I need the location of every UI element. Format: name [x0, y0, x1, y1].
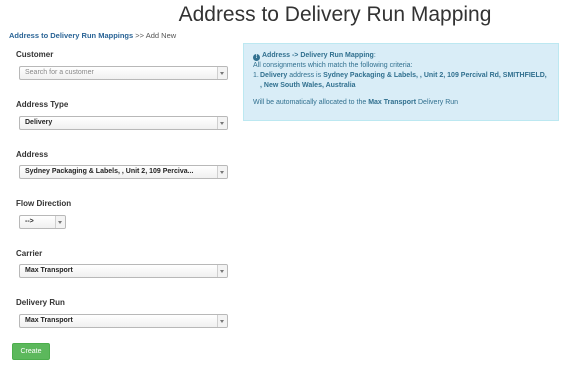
create-button[interactable]: Create — [12, 343, 50, 360]
chevron-down-icon — [55, 216, 65, 228]
criteria-text: address is — [289, 72, 322, 79]
criteria-type: Delivery — [260, 72, 288, 79]
chevron-down-icon — [217, 67, 227, 79]
flow-direction-value: --> — [25, 218, 34, 225]
chevron-down-icon — [217, 166, 227, 178]
address-type-value: Delivery — [25, 119, 53, 126]
breadcrumb-current: Add New — [145, 31, 177, 40]
page-title-text: Address to Delivery Run Mapping — [178, 3, 492, 26]
address-select[interactable]: Sydney Packaging & Labels, , Unit 2, 109… — [19, 165, 228, 179]
criteria-body: Delivery address is Sydney Packaging & L… — [260, 71, 549, 91]
flow-direction-select[interactable]: --> — [19, 215, 66, 229]
customer-label: Customer — [16, 50, 54, 59]
chevron-down-icon — [217, 117, 227, 129]
carrier-select[interactable]: Max Transport — [19, 264, 228, 278]
customer-placeholder: Search for a customer — [25, 69, 94, 76]
breadcrumb-link-mappings[interactable]: Address to Delivery Run Mappings — [9, 31, 133, 40]
carrier-label: Carrier — [16, 249, 43, 258]
flow-direction-label: Flow Direction — [16, 199, 72, 208]
page-title: Address to Delivery Run Mapping — [0, 3, 566, 27]
result-run: Max Transport — [368, 99, 417, 106]
info-result: Will be automatically allocated to the M… — [253, 98, 549, 107]
delivery-run-select[interactable]: Max Transport — [19, 314, 228, 328]
info-criteria: 1. Delivery address is Sydney Packaging … — [253, 71, 549, 91]
info-heading: ! Address -> Delivery Run Mapping: — [253, 51, 549, 61]
result-suffix: Delivery Run — [418, 99, 459, 106]
info-heading-suffix: : — [373, 52, 376, 59]
info-box: ! Address -> Delivery Run Mapping: All co… — [243, 43, 559, 121]
chevron-down-icon — [217, 315, 227, 327]
carrier-value: Max Transport — [25, 267, 73, 274]
info-intro: All consignments which match the followi… — [253, 62, 413, 69]
address-value: Sydney Packaging & Labels, , Unit 2, 109… — [25, 168, 194, 175]
address-type-label: Address Type — [16, 100, 69, 109]
customer-select[interactable]: Search for a customer — [19, 66, 228, 80]
result-prefix: Will be automatically allocated to the — [253, 99, 367, 106]
address-type-select[interactable]: Delivery — [19, 116, 228, 130]
breadcrumb: Address to Delivery Run Mappings >> Add … — [9, 31, 176, 40]
criteria-number: 1. — [253, 72, 259, 79]
info-icon: ! — [253, 54, 260, 61]
delivery-run-value: Max Transport — [25, 317, 73, 324]
delivery-run-label: Delivery Run — [16, 298, 65, 307]
breadcrumb-separator: >> — [135, 31, 145, 40]
chevron-down-icon — [217, 265, 227, 277]
info-heading-text: Address -> Delivery Run Mapping — [262, 52, 374, 59]
address-label: Address — [16, 150, 49, 159]
